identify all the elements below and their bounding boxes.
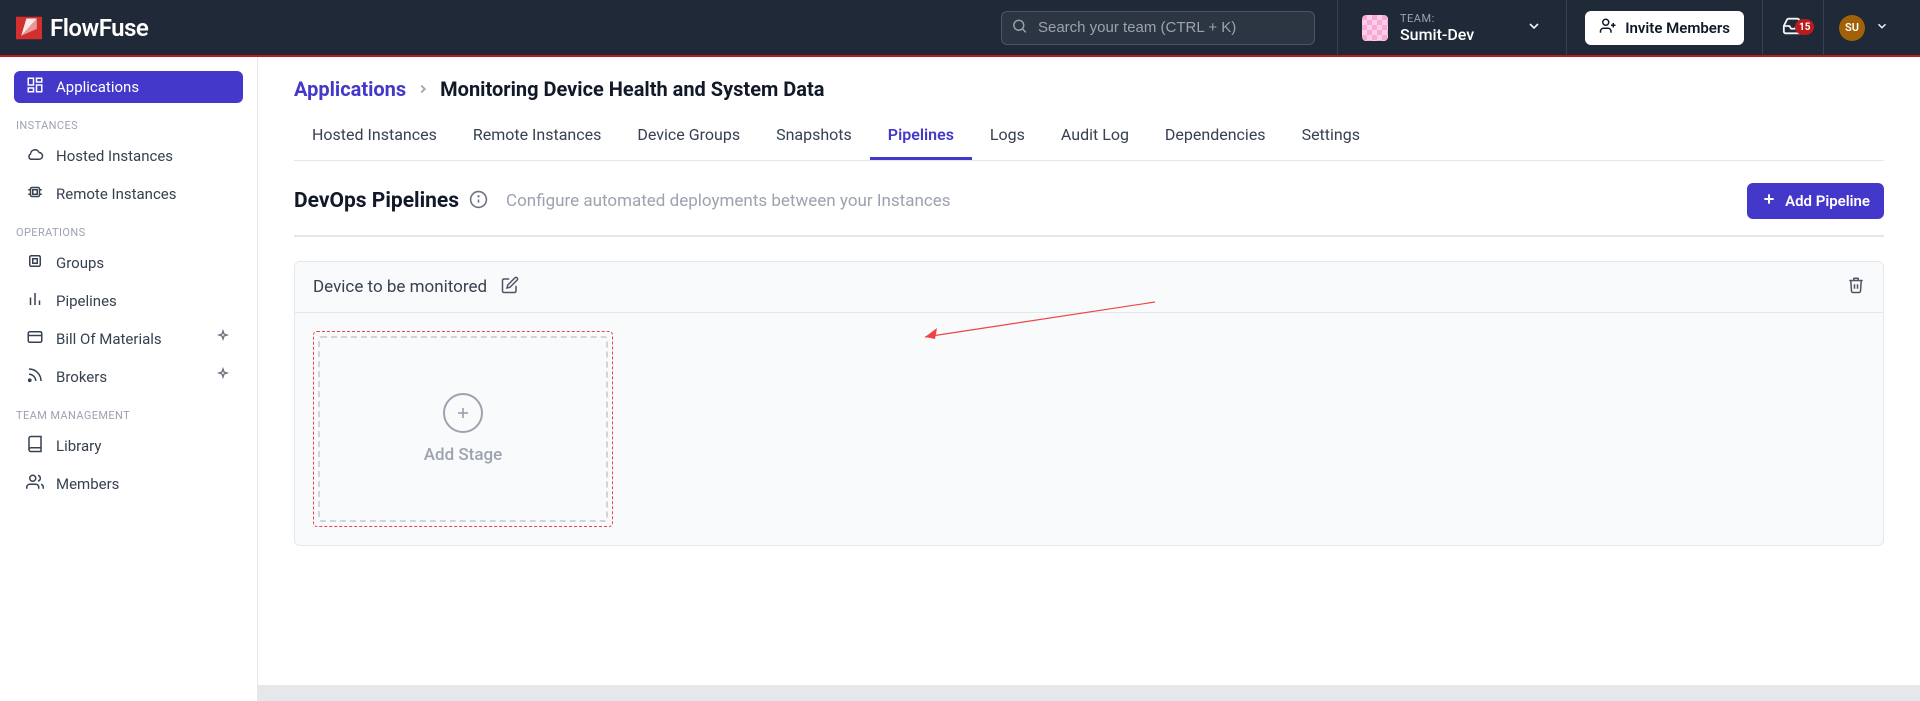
invite-label: Invite Members — [1625, 19, 1730, 37]
section-title: DevOps Pipelines — [294, 189, 459, 213]
breadcrumb-current: Monitoring Device Health and System Data — [440, 77, 824, 101]
card-icon — [26, 328, 44, 350]
add-stage-button[interactable]: Add Stage — [313, 331, 613, 527]
team-switcher[interactable]: TEAM: Sumit-Dev — [1338, 12, 1566, 44]
footer-strip — [258, 685, 1920, 701]
breadcrumb-root[interactable]: Applications — [294, 77, 406, 101]
cloud-icon — [26, 145, 44, 167]
sidebar-item-bom[interactable]: Bill Of Materials — [14, 323, 243, 355]
pipeline-body: Add Stage — [295, 313, 1883, 545]
add-pipeline-label: Add Pipeline — [1785, 192, 1870, 210]
tabs: Hosted Instances Remote Instances Device… — [294, 111, 1884, 161]
sparkle-icon — [215, 329, 231, 349]
sidebar-section-operations: OPERATIONS — [14, 216, 243, 247]
rss-icon — [26, 366, 44, 388]
delete-pipeline-button[interactable] — [1847, 276, 1865, 298]
pipeline-card: Device to be monitored Add Stag — [294, 261, 1884, 546]
sidebar-item-applications[interactable]: Applications — [14, 71, 243, 103]
plus-circle-icon — [443, 393, 483, 433]
tab-logs[interactable]: Logs — [972, 111, 1043, 160]
search-field[interactable] — [1001, 11, 1315, 45]
sidebar-item-label: Hosted Instances — [56, 147, 173, 165]
chevron-down-icon — [1526, 18, 1542, 38]
chevron-right-icon — [416, 77, 430, 101]
sidebar-item-label: Members — [56, 475, 119, 493]
product-logo[interactable]: FlowFuse — [16, 14, 148, 42]
cpu-icon — [26, 252, 44, 274]
sidebar-item-label: Library — [56, 437, 101, 455]
user-menu[interactable]: SU — [1824, 0, 1904, 56]
sidebar-item-library[interactable]: Library — [14, 430, 243, 462]
sidebar-item-hosted-instances[interactable]: Hosted Instances — [14, 140, 243, 172]
sidebar-item-members[interactable]: Members — [14, 468, 243, 500]
sidebar: Applications INSTANCES Hosted Instances … — [0, 57, 258, 701]
bars-icon — [26, 290, 44, 312]
sparkle-icon — [215, 367, 231, 387]
info-icon[interactable] — [469, 190, 488, 213]
content: Applications Monitoring Device Health an… — [258, 57, 1920, 701]
tab-remote-instances[interactable]: Remote Instances — [455, 111, 620, 160]
sidebar-item-brokers[interactable]: Brokers — [14, 361, 243, 393]
invite-members-button[interactable]: Invite Members — [1585, 11, 1744, 45]
tab-settings[interactable]: Settings — [1284, 111, 1378, 160]
sidebar-item-label: Applications — [56, 78, 139, 96]
team-label: TEAM: — [1400, 12, 1474, 25]
tab-dependencies[interactable]: Dependencies — [1147, 111, 1284, 160]
plus-icon — [1761, 191, 1777, 211]
search-icon — [1011, 17, 1028, 38]
product-name: FlowFuse — [50, 14, 148, 42]
book-icon — [26, 435, 44, 457]
users-icon — [26, 473, 44, 495]
sidebar-item-label: Groups — [56, 254, 104, 272]
tab-hosted-instances[interactable]: Hosted Instances — [294, 111, 455, 160]
sidebar-item-groups[interactable]: Groups — [14, 247, 243, 279]
pipeline-header: Device to be monitored — [295, 262, 1883, 313]
sidebar-item-label: Pipelines — [56, 292, 117, 310]
sidebar-section-team: TEAM MANAGEMENT — [14, 399, 243, 430]
logo-mark-icon — [16, 14, 42, 42]
sidebar-item-label: Brokers — [56, 368, 107, 386]
sidebar-item-remote-instances[interactable]: Remote Instances — [14, 178, 243, 210]
topbar: FlowFuse TEAM: Sumit-Dev Invite Members … — [0, 0, 1920, 57]
user-avatar: SU — [1839, 15, 1865, 41]
tab-device-groups[interactable]: Device Groups — [619, 111, 758, 160]
applications-icon — [26, 76, 44, 98]
tab-audit-log[interactable]: Audit Log — [1043, 111, 1147, 160]
chip-icon — [26, 183, 44, 205]
chevron-down-icon — [1875, 18, 1889, 37]
breadcrumb: Applications Monitoring Device Health an… — [294, 77, 1884, 101]
section-description: Configure automated deployments between … — [506, 191, 951, 211]
tab-snapshots[interactable]: Snapshots — [758, 111, 870, 160]
notifications-button[interactable]: 15 — [1763, 0, 1823, 56]
team-name: Sumit-Dev — [1400, 25, 1474, 44]
edit-pipeline-button[interactable] — [501, 276, 519, 298]
pipeline-name: Device to be monitored — [313, 277, 487, 297]
sidebar-item-label: Remote Instances — [56, 185, 177, 203]
section-header: DevOps Pipelines Configure automated dep… — [294, 161, 1884, 237]
tab-pipelines[interactable]: Pipelines — [870, 111, 972, 160]
user-plus-icon — [1599, 17, 1617, 39]
sidebar-item-pipelines[interactable]: Pipelines — [14, 285, 243, 317]
notification-badge: 15 — [1795, 19, 1814, 35]
search-input[interactable] — [1001, 11, 1315, 45]
sidebar-section-instances: INSTANCES — [14, 109, 243, 140]
team-avatar-icon — [1362, 15, 1388, 41]
add-pipeline-button[interactable]: Add Pipeline — [1747, 183, 1884, 219]
sidebar-item-label: Bill Of Materials — [56, 330, 162, 348]
add-stage-label: Add Stage — [424, 445, 503, 465]
